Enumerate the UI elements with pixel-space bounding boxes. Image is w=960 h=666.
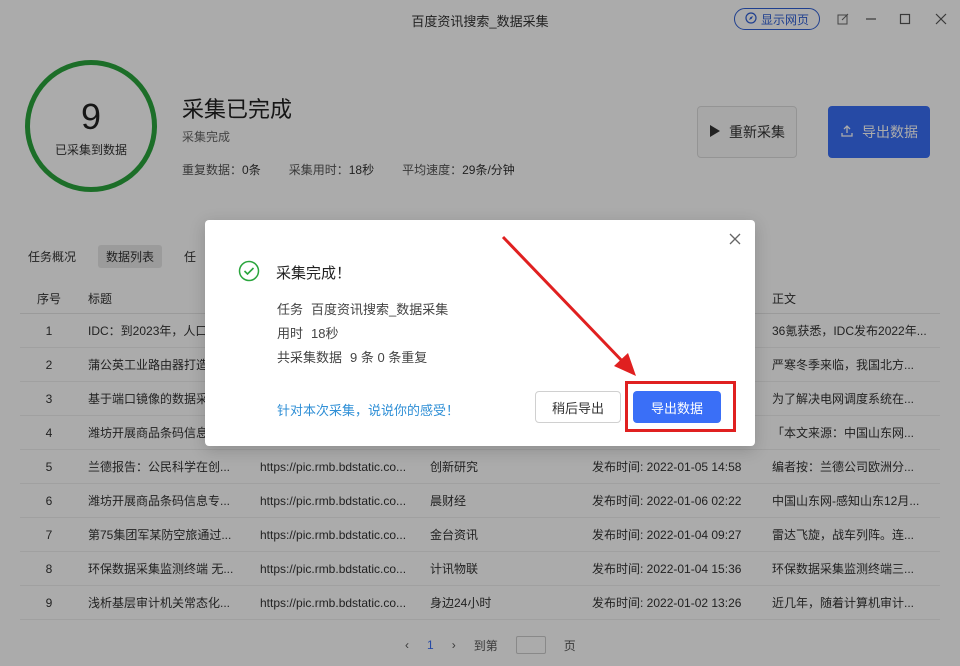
feedback-link[interactable]: 针对本次采集，说说你的感受！	[277, 400, 459, 419]
dialog-title: 采集完成！	[276, 265, 352, 282]
close-icon[interactable]	[729, 232, 741, 250]
info-total: 共采集数据 9 条 0 条重复	[277, 350, 428, 365]
dialog-header: 采集完成！	[238, 260, 351, 285]
info-time: 用时 18秒	[277, 326, 339, 341]
info-task: 任务 百度资讯搜索_数据采集	[277, 302, 449, 317]
annotation-highlight-box	[625, 381, 736, 432]
check-circle-icon	[238, 260, 260, 285]
dialog-info: 任务 百度资讯搜索_数据采集 用时 18秒 共采集数据 9 条 0 条重复	[277, 298, 448, 370]
export-later-button[interactable]: 稍后导出	[535, 391, 621, 423]
